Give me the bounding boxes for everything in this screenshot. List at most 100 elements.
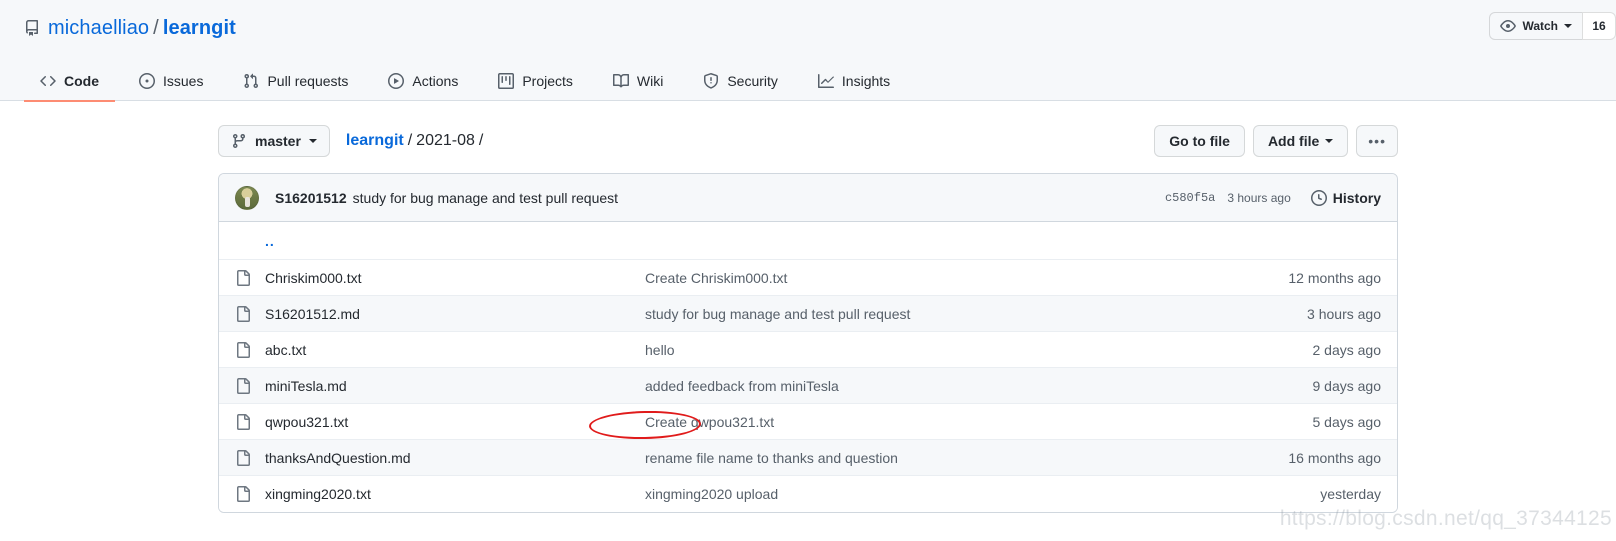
row-commit-time: 9 days ago — [1312, 377, 1382, 394]
git-branch-icon — [231, 133, 247, 149]
row-commit-time: 5 days ago — [1312, 413, 1382, 430]
file-icon — [235, 486, 251, 502]
chevron-down-icon — [1325, 139, 1334, 143]
tab-label: Code — [64, 72, 99, 89]
tab-wiki[interactable]: Wiki — [597, 61, 679, 102]
repo-nav: Code Issues Pull requests Actions Projec… — [24, 52, 1592, 102]
branch-selector-button[interactable]: master — [218, 125, 330, 157]
file-name-link[interactable]: xingming2020.txt — [265, 486, 371, 502]
watch-count[interactable]: 16 — [1582, 12, 1616, 40]
table-row[interactable]: qwpou321.txt Create qwpou321.txt 5 days … — [219, 404, 1397, 440]
commit-author[interactable]: S16201512 — [275, 190, 347, 206]
file-icon-slot — [235, 269, 255, 286]
file-icon — [235, 449, 251, 466]
file-name-cell: Chriskim000.txt — [255, 270, 645, 286]
table-row[interactable]: S16201512.md study for bug manage and te… — [219, 296, 1397, 332]
clock-icon — [1310, 189, 1327, 206]
go-to-file-button[interactable]: Go to file — [1154, 125, 1245, 157]
eye-icon — [1500, 18, 1517, 34]
parent-directory-row[interactable]: .. — [219, 222, 1397, 260]
repo-header: michaelliao / learngit Watch 16 Code Iss… — [0, 0, 1616, 102]
chevron-down-icon — [1564, 24, 1572, 28]
avatar[interactable] — [235, 185, 259, 210]
repo-owner-link[interactable]: michaelliao — [48, 17, 149, 39]
breadcrumb-root-link[interactable]: learngit — [346, 132, 404, 149]
latest-commit-bar: S16201512 study for bug manage and test … — [219, 174, 1397, 222]
table-row[interactable]: thanksAndQuestion.md rename file name to… — [219, 440, 1397, 476]
parent-directory-link[interactable]: .. — [265, 233, 275, 249]
file-name-cell: S16201512.md — [255, 306, 645, 322]
file-table: S16201512 study for bug manage and test … — [218, 173, 1398, 513]
tab-issues[interactable]: Issues — [123, 61, 219, 102]
row-commit-time: 3 hours ago — [1307, 305, 1381, 322]
history-link[interactable]: History — [1310, 189, 1381, 206]
watch-label: Watch — [1522, 19, 1558, 33]
tab-projects[interactable]: Projects — [482, 61, 589, 102]
file-name-link[interactable]: abc.txt — [265, 342, 306, 358]
play-icon — [388, 72, 405, 89]
row-commit-time: 16 months ago — [1288, 449, 1381, 466]
file-name-link[interactable]: S16201512.md — [265, 306, 360, 322]
file-name-link[interactable]: qwpou321.txt — [265, 414, 348, 430]
repo-path-separator: / — [153, 16, 159, 39]
tab-pull-requests[interactable]: Pull requests — [227, 61, 364, 102]
file-nav-row: master learngit/2021-08/ Go to file Add … — [218, 125, 1398, 157]
repo-name-link[interactable]: learngit — [163, 17, 236, 39]
file-icon — [235, 305, 251, 322]
file-name-link[interactable]: thanksAndQuestion.md — [265, 450, 411, 466]
file-icon-slot — [235, 413, 255, 430]
breadcrumb-separator-1: / — [407, 132, 413, 149]
parent-directory-name: .. — [255, 233, 645, 249]
commit-time: 3 hours ago — [1227, 190, 1291, 205]
repo-icon — [24, 20, 40, 36]
tab-code[interactable]: Code — [24, 61, 115, 102]
file-name-link[interactable]: miniTesla.md — [265, 378, 347, 394]
more-options-button[interactable]: ••• — [1356, 125, 1398, 157]
branch-name: master — [255, 133, 301, 149]
add-file-label: Add file — [1267, 133, 1320, 149]
row-commit-message[interactable]: Create qwpou321.txt — [645, 414, 1231, 430]
file-icon-slot — [235, 486, 255, 502]
file-name-link[interactable]: Chriskim000.txt — [265, 270, 361, 286]
path-breadcrumb: learngit/2021-08/ — [346, 132, 487, 150]
tab-actions[interactable]: Actions — [372, 61, 474, 102]
watch-button[interactable]: Watch — [1489, 12, 1582, 40]
row-commit-time: 12 months ago — [1288, 269, 1381, 286]
table-row[interactable]: Chriskim000.txt Create Chriskim000.txt 1… — [219, 260, 1397, 296]
main-content: master learngit/2021-08/ Go to file Add … — [218, 101, 1398, 513]
shield-icon — [703, 72, 719, 89]
row-commit-message[interactable]: hello — [645, 342, 1231, 358]
commit-sha[interactable]: c580f5a — [1165, 191, 1215, 205]
row-commit-message[interactable]: Create Chriskim000.txt — [645, 270, 1231, 286]
file-name-cell: miniTesla.md — [255, 378, 645, 394]
issue-opened-icon — [139, 72, 155, 89]
file-icon-slot — [235, 377, 255, 394]
file-name-cell: abc.txt — [255, 342, 645, 358]
breadcrumb-separator-2: / — [478, 132, 484, 149]
row-commit-message[interactable]: rename file name to thanks and question — [645, 450, 1231, 466]
file-icon — [235, 341, 251, 358]
file-name-cell: xingming2020.txt — [255, 486, 645, 502]
add-file-button[interactable]: Add file — [1252, 125, 1349, 157]
git-pull-request-icon — [243, 73, 259, 89]
project-icon — [498, 72, 515, 89]
commit-message[interactable]: study for bug manage and test pull reque… — [353, 190, 618, 206]
file-nav-actions: Go to file Add file ••• — [1154, 125, 1398, 157]
tab-security[interactable]: Security — [687, 61, 794, 102]
tab-label: Pull requests — [267, 72, 349, 89]
row-commit-message[interactable]: added feedback from miniTesla — [645, 378, 1231, 394]
row-commit-message[interactable]: xingming2020 upload — [645, 486, 1231, 502]
header-actions: Watch 16 — [1489, 12, 1616, 40]
row-commit-time: 2 days ago — [1312, 341, 1382, 358]
row-commit-message[interactable]: study for bug manage and test pull reque… — [645, 306, 1231, 322]
table-row[interactable]: xingming2020.txt xingming2020 upload yes… — [219, 476, 1397, 512]
code-icon — [40, 73, 56, 89]
tab-insights[interactable]: Insights — [802, 61, 906, 102]
chevron-down-icon — [308, 139, 317, 143]
table-row[interactable]: miniTesla.md added feedback from miniTes… — [219, 368, 1397, 404]
table-row[interactable]: abc.txt hello 2 days ago — [219, 332, 1397, 368]
breadcrumb: michaelliao / learngit — [48, 17, 236, 40]
breadcrumb-current-folder: 2021-08 — [416, 132, 475, 149]
history-label: History — [1332, 189, 1381, 206]
file-icon-slot — [235, 305, 255, 322]
